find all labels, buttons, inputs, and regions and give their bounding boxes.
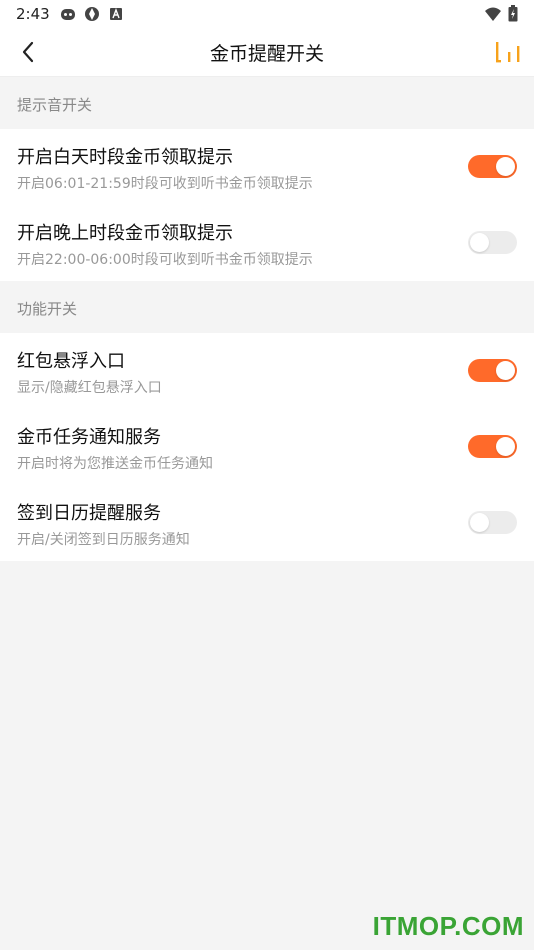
page-title: 金币提醒开关 [209, 42, 324, 65]
setting-title: 红包悬浮入口 [17, 351, 125, 372]
status-time: 2:43 [16, 5, 50, 23]
setting-title: 签到日历提醒服务 [17, 503, 161, 524]
toggle-switch-checkin[interactable] [468, 511, 517, 534]
toggle-switch-night[interactable] [468, 231, 517, 254]
toggle-knob [470, 513, 489, 532]
setting-subtitle: 开启时将为您推送金币任务通知 [17, 456, 213, 472]
setting-row-coin-task-notify: 金币任务通知服务 开启时将为您推送金币任务通知 [0, 409, 534, 485]
setting-title: 开启晚上时段金币领取提示 [17, 223, 233, 244]
back-button[interactable] [12, 36, 44, 68]
setting-subtitle: 开启/关闭签到日历服务通知 [17, 532, 190, 548]
setting-subtitle: 开启06:01-21:59时段可收到听书金币领取提示 [17, 176, 313, 192]
setting-row-red-packet-float: 红包悬浮入口 显示/隐藏红包悬浮入口 [0, 333, 534, 409]
toggle-knob [496, 157, 515, 176]
bar-chart-icon[interactable] [494, 38, 522, 66]
setting-subtitle: 开启22:00-06:00时段可收到听书金币领取提示 [17, 252, 313, 268]
app-icon [60, 9, 75, 20]
status-bar: 2:43 [0, 0, 534, 28]
settings-group-sound: 开启白天时段金币领取提示 开启06:01-21:59时段可收到听书金币领取提示 … [0, 129, 534, 281]
setting-subtitle: 显示/隐藏红包悬浮入口 [17, 380, 162, 396]
battery-icon [508, 5, 518, 22]
settings-group-features: 红包悬浮入口 显示/隐藏红包悬浮入口 金币任务通知服务 开启时将为您推送金币任务… [0, 333, 534, 561]
wifi-icon [485, 7, 501, 21]
setting-row-night-coin-reminder: 开启晚上时段金币领取提示 开启22:00-06:00时段可收到听书金币领取提示 [0, 205, 534, 281]
setting-title: 开启白天时段金币领取提示 [17, 147, 233, 168]
chevron-left-icon [22, 41, 34, 63]
toggle-knob [470, 233, 489, 252]
toggle-knob [496, 361, 515, 380]
toggle-knob [496, 437, 515, 456]
aperture-icon [84, 7, 99, 21]
setting-title: 金币任务通知服务 [17, 427, 161, 448]
toggle-switch-daytime[interactable] [468, 155, 517, 178]
header: 金币提醒开关 [0, 28, 534, 77]
section-label-features: 功能开关 [17, 300, 78, 318]
toggle-switch-red-packet[interactable] [468, 359, 517, 382]
setting-row-checkin-calendar: 签到日历提醒服务 开启/关闭签到日历服务通知 [0, 485, 534, 561]
toggle-switch-coin-task[interactable] [468, 435, 517, 458]
setting-row-daytime-coin-reminder: 开启白天时段金币领取提示 开启06:01-21:59时段可收到听书金币领取提示 [0, 129, 534, 205]
font-icon [109, 8, 122, 20]
watermark: ITMOP.COM [372, 911, 524, 941]
section-label-sound: 提示音开关 [17, 96, 93, 114]
